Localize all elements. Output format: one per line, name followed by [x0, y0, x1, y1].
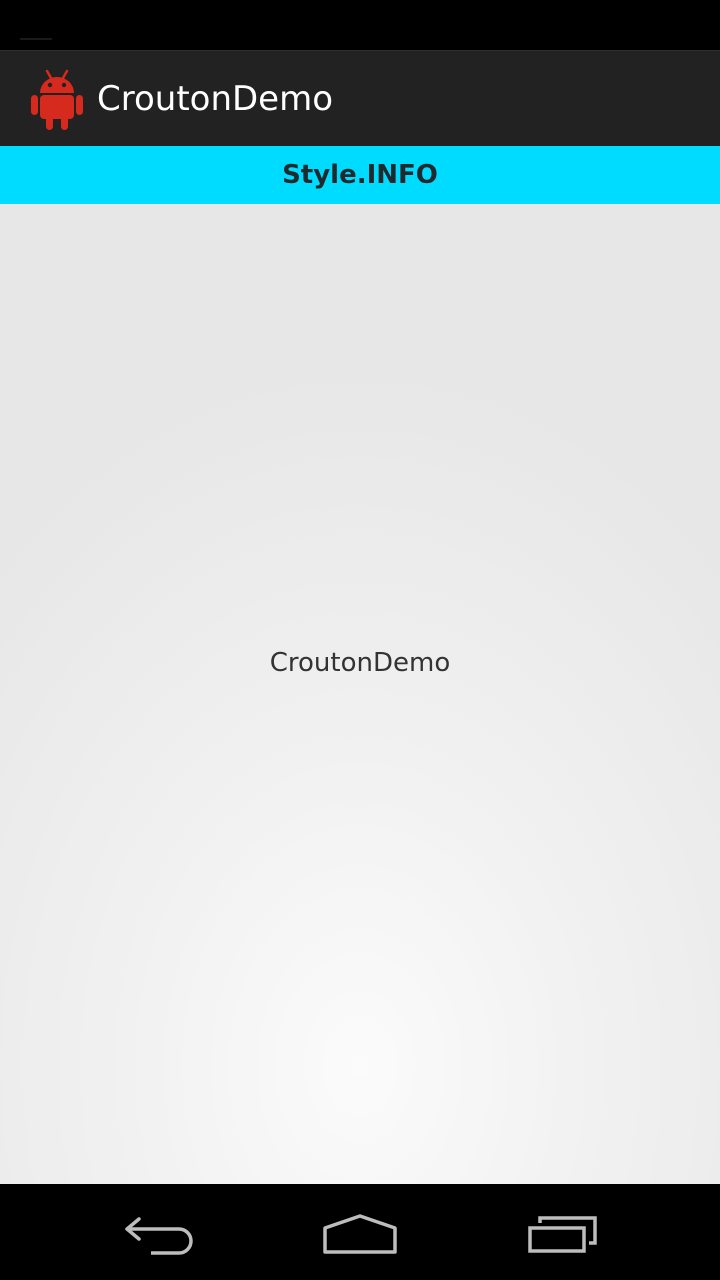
status-indicator — [20, 38, 52, 40]
home-icon — [323, 1214, 397, 1254]
navigation-bar — [0, 1184, 720, 1280]
content-label: CroutonDemo — [269, 648, 451, 678]
crouton-info-banner[interactable]: Style.INFO — [0, 146, 720, 204]
back-arrow-icon — [125, 1217, 193, 1255]
action-bar: CroutonDemo — [0, 50, 720, 146]
recent-apps-button[interactable] — [517, 1208, 607, 1258]
home-button[interactable] — [315, 1208, 405, 1258]
recent-apps-icon — [528, 1216, 597, 1253]
main-content: CroutonDemo — [0, 204, 720, 1184]
app-title: CroutonDemo — [97, 79, 334, 119]
android-robot-icon[interactable] — [28, 67, 86, 131]
back-button[interactable] — [115, 1208, 205, 1258]
status-bar — [0, 0, 720, 50]
